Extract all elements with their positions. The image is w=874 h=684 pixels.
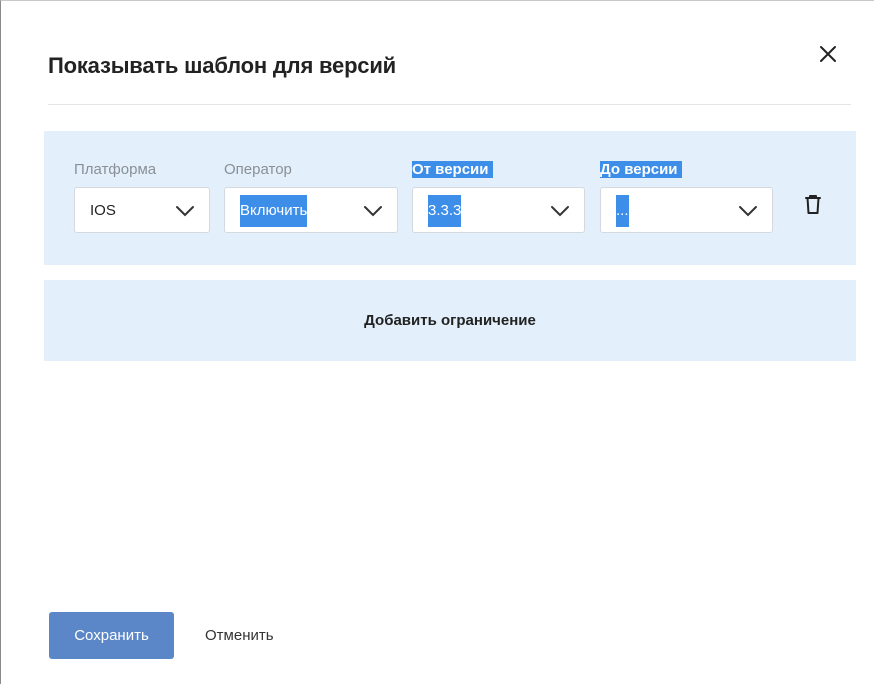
to-version-value: ... bbox=[616, 195, 629, 227]
from-version-value: 3.3.3 bbox=[428, 195, 462, 227]
to-version-label: До версии bbox=[600, 161, 682, 179]
platform-select[interactable]: IOS bbox=[74, 187, 210, 233]
close-icon bbox=[820, 46, 836, 62]
title-divider bbox=[48, 104, 851, 105]
operator-select[interactable]: Включить bbox=[224, 187, 398, 233]
close-button[interactable] bbox=[817, 43, 839, 65]
cancel-button[interactable]: Отменить bbox=[205, 612, 274, 659]
dialog-title: Показывать шаблон для версий bbox=[48, 53, 396, 78]
version-rule-row: Платформа IOS Оператор Включить От верси… bbox=[44, 131, 856, 265]
delete-rule-button[interactable] bbox=[804, 193, 822, 217]
chevron-down-icon bbox=[176, 206, 194, 217]
from-version-label: От версии bbox=[412, 161, 493, 179]
operator-label: Оператор bbox=[224, 161, 292, 178]
platform-label: Платформа bbox=[74, 161, 157, 178]
add-constraint-button[interactable]: Добавить ограничение bbox=[44, 280, 856, 361]
chevron-down-icon bbox=[551, 206, 569, 217]
chevron-down-icon bbox=[739, 206, 757, 217]
from-version-select[interactable]: 3.3.3 bbox=[412, 187, 585, 233]
operator-value: Включить bbox=[240, 195, 308, 227]
trash-icon bbox=[805, 195, 821, 214]
version-template-dialog: Показывать шаблон для версий Платформа I… bbox=[0, 0, 874, 684]
platform-value: IOS bbox=[90, 202, 116, 219]
chevron-down-icon bbox=[364, 206, 382, 217]
add-constraint-label: Добавить ограничение bbox=[364, 312, 536, 329]
to-version-select[interactable]: ... bbox=[600, 187, 773, 233]
save-button[interactable]: Сохранить bbox=[49, 612, 174, 659]
